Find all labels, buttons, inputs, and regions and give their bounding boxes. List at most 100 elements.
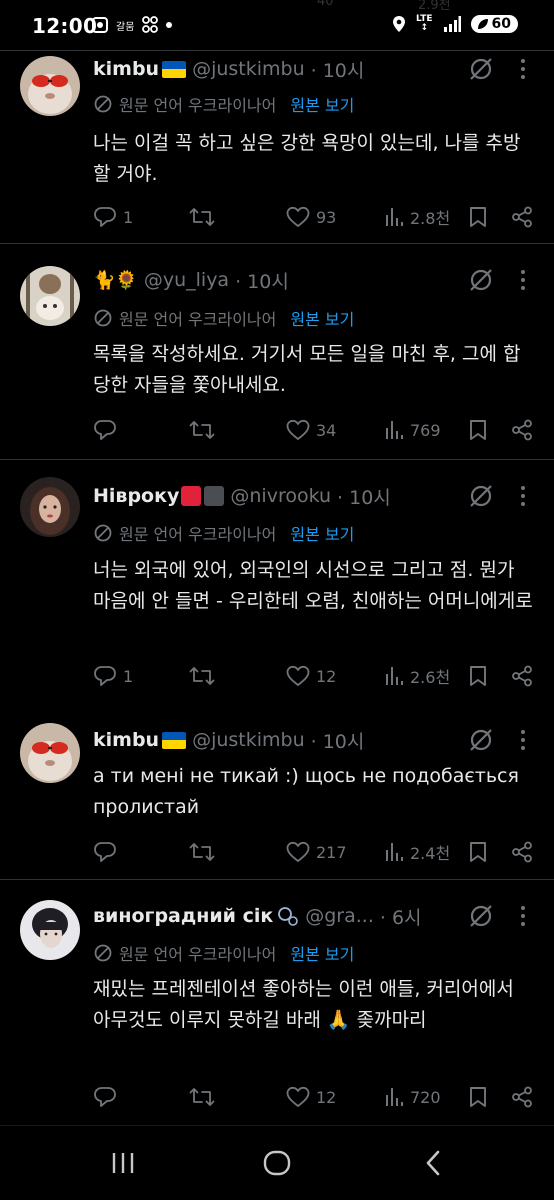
bookmark-button[interactable]	[468, 418, 488, 442]
back-button[interactable]	[418, 1146, 448, 1180]
reply-button[interactable]: 1	[93, 205, 133, 229]
heart-icon	[286, 206, 310, 227]
reply-button[interactable]	[93, 840, 123, 864]
views-icon	[386, 843, 403, 861]
display-name[interactable]: kimbu	[93, 58, 159, 80]
reply-button[interactable]	[93, 1085, 123, 1109]
avatar[interactable]	[20, 56, 80, 116]
reply-count: 1	[123, 207, 134, 227]
recent-apps-button[interactable]	[106, 1146, 140, 1180]
tweet-text: 목록을 작성하세요. 거기서 모든 일을 마친 후, 그에 합당한 자들을 쫓아…	[93, 343, 521, 396]
back-icon	[426, 1150, 440, 1176]
display-name[interactable]: виноградний сік	[93, 905, 273, 927]
tweet-text: 재밌는 프레젠테이션 좋아하는 이런 애들, 커리어에서 아무것도 이루지 못하…	[93, 978, 514, 1031]
views-button[interactable]: 720	[384, 1085, 441, 1109]
user-handle[interactable]: @nivrooku	[230, 485, 331, 507]
show-original-link[interactable]: 원본 보기	[290, 521, 354, 545]
translation-label: 원문 언어 우크라이나어	[119, 945, 277, 964]
more-icon[interactable]	[520, 730, 526, 750]
retweet-button[interactable]	[189, 664, 215, 688]
like-button[interactable]: 12	[286, 664, 336, 688]
battery-saver-icon	[477, 19, 488, 29]
like-count: 34	[316, 420, 337, 440]
user-handle[interactable]: @yu_liya	[144, 269, 229, 291]
home-button[interactable]	[260, 1146, 294, 1180]
more-icon[interactable]	[520, 906, 526, 926]
tweet-time[interactable]: · 10시	[311, 727, 365, 754]
avatar[interactable]	[20, 477, 80, 537]
share-button[interactable]	[511, 840, 533, 864]
views-button[interactable]: 2.4천	[384, 840, 450, 864]
grok-icon[interactable]	[468, 483, 494, 509]
translation-notice: 원문 언어 우크라이나어 원본 보기	[93, 521, 354, 545]
views-button[interactable]: 2.8천	[384, 205, 450, 229]
display-name[interactable]: kimbu	[93, 729, 159, 751]
signal-icon	[443, 16, 461, 32]
reply-button[interactable]: 1	[93, 664, 133, 688]
heart-icon	[286, 841, 310, 862]
tweet-actions: 12 720	[93, 1085, 537, 1109]
like-count: 12	[316, 666, 337, 686]
recent-apps-icon	[112, 1153, 134, 1173]
like-button[interactable]: 34	[286, 418, 336, 442]
grok-icon[interactable]	[468, 727, 494, 753]
home-icon	[263, 1150, 291, 1176]
user-handle[interactable]: @justkimbu	[192, 729, 305, 751]
sunflower-emoji-icon: 🌻	[115, 269, 138, 291]
tweet-time[interactable]: · 10시	[337, 483, 391, 510]
avatar[interactable]	[20, 266, 80, 326]
show-original-link[interactable]: 원본 보기	[290, 941, 354, 965]
divider	[0, 50, 554, 51]
retweet-icon	[189, 208, 215, 226]
user-handle[interactable]: @justkimbu	[192, 58, 305, 80]
share-button[interactable]	[511, 664, 533, 688]
bookmark-button[interactable]	[468, 840, 488, 864]
retweet-button[interactable]	[189, 205, 215, 229]
more-icon[interactable]	[520, 270, 526, 290]
views-count: 2.8천	[410, 209, 451, 228]
show-original-link[interactable]: 원본 보기	[290, 306, 354, 330]
user-handle[interactable]: @gra...	[305, 905, 374, 927]
display-name[interactable]: Нівроку	[93, 485, 179, 507]
tweet-time[interactable]: · 10시	[311, 56, 365, 83]
red-square-icon	[181, 486, 202, 506]
retweet-button[interactable]	[189, 1085, 215, 1109]
translate-icon	[94, 944, 112, 962]
reply-icon	[94, 420, 116, 440]
share-button[interactable]	[511, 205, 533, 229]
tweet-time[interactable]: · 10시	[235, 267, 289, 294]
like-button[interactable]: 93	[286, 205, 336, 229]
retweet-button[interactable]	[189, 418, 215, 442]
views-button[interactable]: 769	[384, 418, 441, 442]
translate-icon	[94, 309, 112, 327]
views-button[interactable]: 2.6천	[384, 664, 450, 688]
reply-icon	[94, 1087, 116, 1107]
bookmark-button[interactable]	[468, 664, 488, 688]
divider	[0, 243, 554, 244]
like-button[interactable]: 217	[286, 840, 347, 864]
avatar[interactable]	[20, 723, 80, 783]
retweet-button[interactable]	[189, 840, 215, 864]
status-notification-icons: 갈뭄	[92, 16, 173, 34]
battery-indicator: 60	[470, 15, 518, 33]
more-icon[interactable]	[520, 59, 526, 79]
more-icon[interactable]	[520, 486, 526, 506]
location-icon	[392, 16, 405, 32]
share-button[interactable]	[511, 418, 533, 442]
status-time: 12:00	[32, 14, 98, 38]
show-original-link[interactable]: 원본 보기	[290, 92, 354, 116]
grok-icon[interactable]	[468, 267, 494, 293]
share-button[interactable]	[511, 1085, 533, 1109]
translation-notice: 원문 언어 우크라이나어 원본 보기	[93, 92, 354, 116]
like-button[interactable]: 12	[286, 1085, 336, 1109]
reply-button[interactable]	[93, 418, 123, 442]
grok-icon[interactable]	[468, 903, 494, 929]
bookmark-button[interactable]	[468, 205, 488, 229]
avatar[interactable]	[20, 900, 80, 960]
bookmark-button[interactable]	[468, 1085, 488, 1109]
reply-count: 1	[123, 666, 134, 686]
views-icon	[386, 421, 403, 439]
tweet-time[interactable]: · 6시	[380, 903, 422, 930]
grok-icon[interactable]	[468, 56, 494, 82]
reply-icon	[94, 207, 116, 227]
